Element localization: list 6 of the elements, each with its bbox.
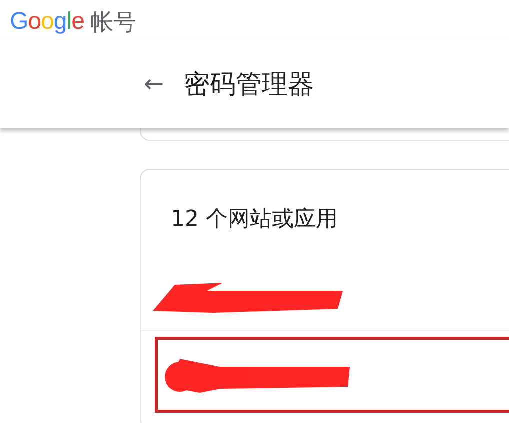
back-button[interactable]: ←: [138, 70, 170, 98]
product-name: 帐号: [90, 8, 136, 38]
page-title: 密码管理器: [184, 68, 314, 102]
highlighted-site-row[interactable]: [155, 337, 509, 413]
google-logo: Google: [10, 8, 84, 36]
card-title: 12 个网站或应用: [170, 206, 339, 234]
